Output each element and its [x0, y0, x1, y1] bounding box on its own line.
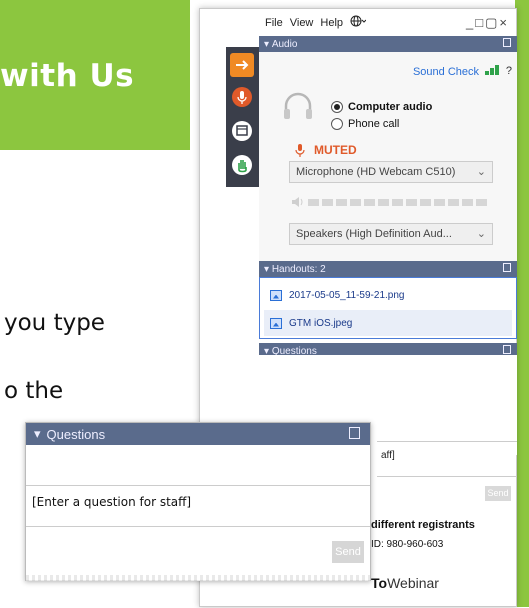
handouts-header-label: Handouts: 2: [271, 263, 326, 275]
image-file-icon: [270, 317, 282, 329]
zoom-send-button[interactable]: Send: [332, 541, 364, 563]
phone-call-label: Phone call: [348, 118, 400, 130]
help-icon[interactable]: ?: [506, 65, 512, 77]
menu-file[interactable]: File: [265, 17, 283, 29]
raise-hand-icon[interactable]: [230, 153, 254, 177]
popout-icon[interactable]: [503, 38, 511, 47]
zoom-question-input[interactable]: [Enter a question for staff]: [26, 485, 370, 527]
menu-help[interactable]: Help: [320, 17, 343, 29]
webinar-title: different registrants: [371, 519, 475, 531]
question-input[interactable]: aff]: [377, 441, 517, 477]
brand-bold: To: [371, 575, 388, 591]
microphone-select[interactable]: Microphone (HD Webcam C510) ⌄: [289, 161, 493, 183]
handout-item[interactable]: 2017-05-05_11-59-21.png: [264, 282, 512, 308]
audio-header-label: Audio: [271, 38, 298, 50]
slide-text-line-2: o the: [4, 378, 64, 404]
grab-tab: [226, 47, 260, 187]
chevron-down-icon: ⌄: [476, 166, 486, 178]
image-file-icon: [270, 289, 282, 301]
send-button[interactable]: Send: [485, 486, 511, 501]
microphone-value: Microphone (HD Webcam C510): [296, 166, 456, 178]
speakers-select[interactable]: Speakers (High Definition Aud... ⌄: [289, 223, 493, 245]
muted-status: MUTED: [295, 143, 357, 157]
radio-unselected-icon[interactable]: [331, 118, 343, 130]
zoom-header-label: Questions: [46, 426, 106, 442]
popout-icon[interactable]: [503, 263, 511, 272]
audio-section-header[interactable]: ▾ Audio: [259, 36, 517, 52]
globe-icon[interactable]: [350, 15, 367, 30]
radio-selected-icon[interactable]: [331, 101, 343, 113]
slide-banner: with Us: [0, 0, 190, 150]
radio-computer-audio[interactable]: Computer audio: [331, 101, 432, 113]
headset-icon: [284, 92, 312, 119]
torn-edge: [26, 575, 370, 581]
menu-bar: File View Help _□▢×: [259, 9, 517, 36]
muted-label: MUTED: [314, 143, 357, 157]
webinar-id: ID: 980-960-603: [371, 539, 444, 550]
window-controls[interactable]: _□▢×: [466, 15, 509, 31]
chevron-down-icon: ⌄: [476, 228, 486, 240]
speaker-icon: [292, 197, 303, 207]
sound-check-link[interactable]: Sound Check: [413, 66, 479, 78]
zoom-questions-header[interactable]: ▾ Questions: [26, 423, 370, 445]
speakers-value: Speakers (High Definition Aud...: [296, 228, 452, 240]
muted-mic-icon: [295, 143, 305, 157]
screen-icon[interactable]: [230, 119, 254, 143]
questions-zoom-callout: ▾ Questions [Enter a question for staff] …: [25, 422, 371, 581]
handout-filename: GTM iOS.jpeg: [289, 317, 353, 329]
brand-rest: Webinar: [387, 575, 439, 591]
microphone-icon[interactable]: [230, 85, 254, 109]
audio-pane: Sound Check ? Computer audio Phone call …: [259, 52, 517, 270]
menu-view[interactable]: View: [290, 17, 314, 29]
popout-icon[interactable]: [349, 427, 360, 439]
slide-side-stripe: [515, 0, 529, 607]
slide-text-line-1: you type: [4, 310, 105, 336]
brand-logo: ToWebinar: [371, 575, 439, 591]
speaker-level-meter: [291, 197, 487, 207]
banner-title: with Us: [0, 58, 135, 94]
handout-filename: 2017-05-05_11-59-21.png: [289, 289, 405, 301]
signal-bars-icon: [485, 65, 499, 75]
handouts-section-header[interactable]: ▾ Handouts: 2: [259, 261, 517, 277]
collapse-arrow-icon[interactable]: [230, 53, 254, 77]
computer-audio-label: Computer audio: [348, 101, 433, 113]
handout-item[interactable]: GTM iOS.jpeg: [264, 310, 512, 336]
radio-phone-call[interactable]: Phone call: [331, 118, 399, 130]
handouts-list: 2017-05-05_11-59-21.png GTM iOS.jpeg: [259, 277, 517, 339]
popout-icon[interactable]: [503, 345, 511, 354]
